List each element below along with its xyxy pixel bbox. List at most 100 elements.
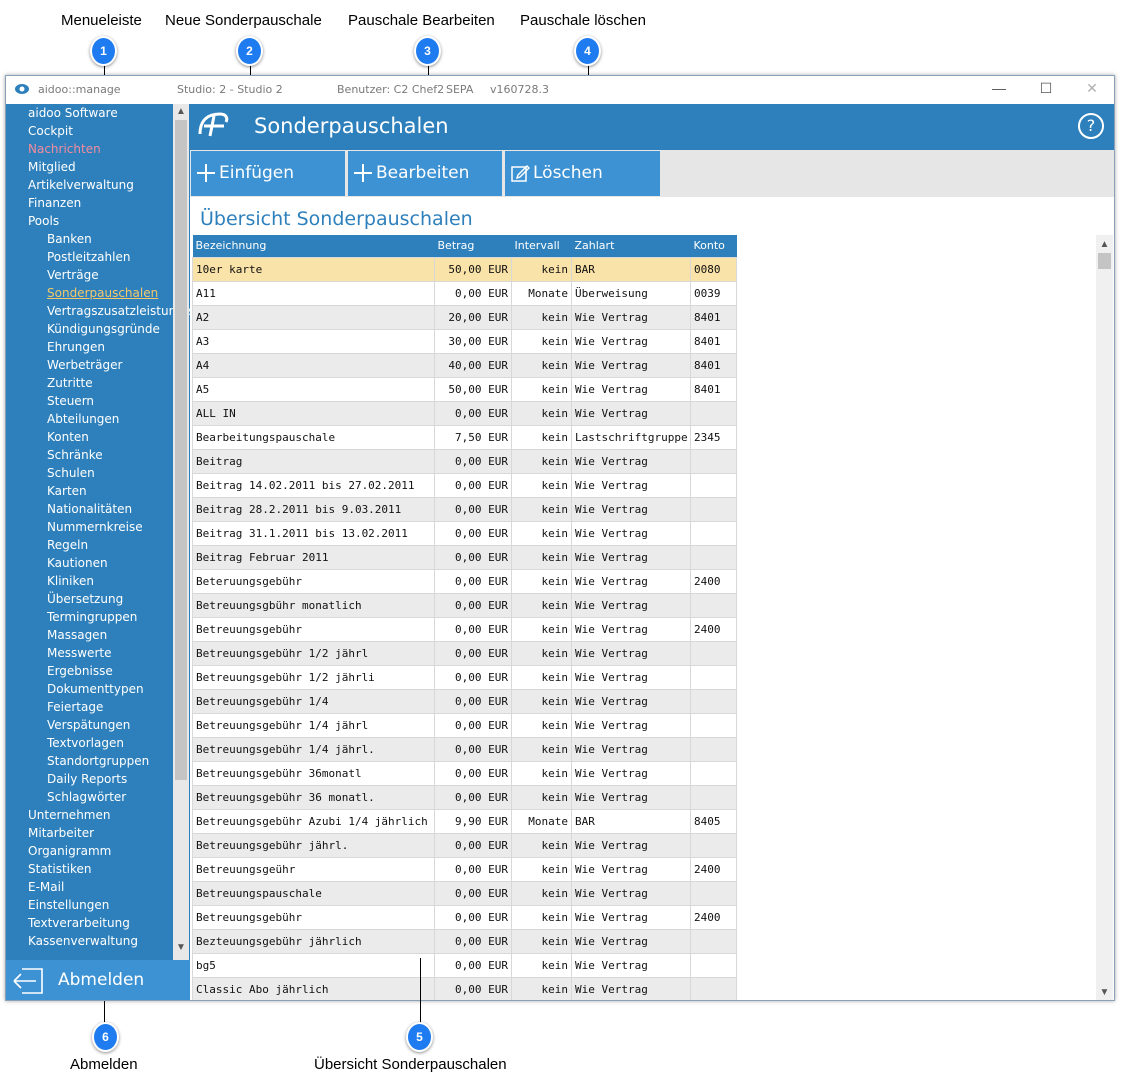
table-row[interactable]: Betreuungsgebühr 1/4 jährl 0,00 EUR kein Wi… [192, 712, 737, 738]
table-row[interactable]: A3 30,00 EUR kein Wie Vertrag 8401 [192, 328, 737, 354]
sidebar-item[interactable]: aidoo Software [28, 106, 118, 120]
table-row[interactable]: Beitrag 28.2.2011 bis 9.03.2011 0,00 EUR k… [192, 496, 737, 522]
table-row[interactable]: Betreuungsgebühr 36 monatl. 0,00 EUR kein W… [192, 784, 737, 810]
column-header[interactable]: Konto [690, 235, 737, 257]
sidebar-item[interactable]: Werbeträger [47, 358, 122, 372]
sidebar-item[interactable]: Regeln [47, 538, 88, 552]
sidebar-item[interactable]: Nationalitäten [47, 502, 132, 516]
sidebar-item[interactable]: Statistiken [28, 862, 92, 876]
sidebar-item[interactable]: Mitglied [28, 160, 76, 174]
maximize-button[interactable]: ☐ [1036, 80, 1056, 98]
sidebar-item[interactable]: Schlagwörter [47, 790, 126, 804]
sidebar-item[interactable]: Verspätungen [47, 718, 130, 732]
sidebar-item[interactable]: Banken [47, 232, 92, 246]
table-row[interactable]: Beitrag 31.1.2011 bis 13.02.2011 0,00 EUR… [192, 520, 737, 546]
table-row[interactable]: 10er karte 50,00 EUR kein BAR 0080 [192, 256, 737, 282]
sidebar-item[interactable]: Kautionen [47, 556, 108, 570]
sidebar-item[interactable]: Kliniken [47, 574, 94, 588]
sidebar-item[interactable]: Cockpit [28, 124, 73, 138]
sidebar-item[interactable]: Standortgruppen [47, 754, 149, 768]
column-header[interactable]: Betrag [434, 235, 512, 257]
table-row[interactable]: Beitrag 14.02.2011 bis 27.02.2011 0,00 EU… [192, 472, 737, 498]
sidebar-item[interactable]: Kündigungsgründe [47, 322, 160, 336]
scroll-up-icon[interactable]: ▲ [1096, 237, 1113, 253]
sidebar-item[interactable]: Abteilungen [47, 412, 119, 426]
table-row[interactable]: Beteruungsgebühr 0,00 EUR kein Wie Vertrag 2… [192, 568, 737, 594]
edit-button[interactable]: Bearbeiten [348, 151, 502, 196]
sidebar-item[interactable]: Verträge [47, 268, 99, 282]
sidebar-item[interactable]: Textvorlagen [47, 736, 124, 750]
sidebar-item[interactable]: Postleitzahlen [47, 250, 130, 264]
scroll-down-icon[interactable]: ▼ [173, 940, 189, 956]
table-row[interactable]: Betreuungsgebühr jährl. 0,00 EUR kein Wie V… [192, 832, 737, 858]
table-scroll-thumb[interactable] [1098, 253, 1111, 269]
scroll-down-icon[interactable]: ▼ [1096, 985, 1113, 1000]
sidebar-item[interactable]: Unternehmen [28, 808, 110, 822]
table-row[interactable]: A2 20,00 EUR kein Wie Vertrag 8401 [192, 304, 737, 330]
table-row[interactable]: Betreuungsgebühr Azubi 1/4 jährlich 9,90 … [192, 808, 737, 834]
sidebar-item[interactable]: Daily Reports [47, 772, 127, 786]
sidebar-scroll-thumb[interactable] [175, 120, 187, 780]
sidebar-item[interactable]: Schulen [47, 466, 95, 480]
table-row[interactable]: Betreuungspauschale 0,00 EUR kein Wie Vertr… [192, 880, 737, 906]
sidebar-item[interactable]: E-Mail [28, 880, 64, 894]
table-row[interactable]: Betreuungsgebühr 0,00 EUR kein Wie Vertrag 2… [192, 904, 737, 930]
table-row[interactable]: Beitrag Februar 2011 0,00 EUR kein Wie Vert… [192, 544, 737, 570]
table-row[interactable]: Classic Abo jährlich 0,00 EUR kein Wie Vert… [192, 976, 737, 1000]
table-cell: 2345 [690, 424, 737, 450]
table-row[interactable]: A4 40,00 EUR kein Wie Vertrag 8401 [192, 352, 737, 378]
table-scrollbar[interactable]: ▲ ▼ [1096, 235, 1113, 1000]
table-row[interactable]: Bearbeitungspauschale 7,50 EUR kein Lastsch… [192, 424, 737, 450]
sidebar-item[interactable]: Karten [47, 484, 87, 498]
sidebar-item[interactable]: Nachrichten [28, 142, 101, 156]
sidebar-item[interactable]: Einstellungen [28, 898, 109, 912]
scroll-up-icon[interactable]: ▲ [173, 104, 189, 120]
table-row[interactable]: Bezteuungsgebühr jährlich 0,00 EUR kein Wie… [192, 928, 737, 954]
table-row[interactable]: Beitrag 0,00 EUR kein Wie Vertrag [192, 448, 737, 474]
insert-button[interactable]: Einfügen [191, 151, 345, 196]
sidebar-item[interactable]: Textverarbeitung [28, 916, 130, 930]
delete-button[interactable]: Löschen [505, 151, 660, 196]
sidebar-item[interactable]: Sonderpauschalen [47, 286, 158, 300]
minimize-button[interactable]: — [989, 80, 1009, 98]
logout-button[interactable]: Abmelden [6, 960, 190, 1000]
table-row[interactable]: Betreuungsgbühr monatlich 0,00 EUR kein Wie… [192, 592, 737, 618]
sidebar-item[interactable]: Artikelverwaltung [28, 178, 134, 192]
sidebar-item[interactable]: Ergebnisse [47, 664, 113, 678]
column-header[interactable]: Intervall [511, 235, 572, 257]
column-header[interactable]: Zahlart [571, 235, 691, 257]
table-row[interactable]: Betreuungsgeühr 0,00 EUR kein Wie Vertrag 24… [192, 856, 737, 882]
table-row[interactable]: Betreuungsgebühr 1/2 jährli 0,00 EUR kein W… [192, 664, 737, 690]
table-row[interactable]: Betreuungsgebühr 1/4 jährl. 0,00 EUR kein W… [192, 736, 737, 762]
sidebar-item[interactable]: Massagen [47, 628, 107, 642]
sidebar-item[interactable]: Organigramm [28, 844, 111, 858]
sidebar-item[interactable]: Vertragszusatzleistungen [47, 304, 190, 318]
table-row[interactable]: bg5 0,00 EUR kein Wie Vertrag [192, 952, 737, 978]
table-row[interactable]: A5 50,00 EUR kein Wie Vertrag 8401 [192, 376, 737, 402]
table-row[interactable]: Betreuungsgebühr 1/4 0,00 EUR kein Wie Vert… [192, 688, 737, 714]
table-row[interactable]: ALL IN 0,00 EUR kein Wie Vertrag [192, 400, 737, 426]
sidebar-item[interactable]: Schränke [47, 448, 103, 462]
table-row[interactable]: Betreuungsgebühr 1/2 jährl 0,00 EUR kein Wi… [192, 640, 737, 666]
sidebar-item[interactable]: Pools [28, 214, 59, 228]
sidebar-item[interactable]: Konten [47, 430, 89, 444]
column-header[interactable]: Bezeichnung [192, 235, 435, 257]
sidebar-item[interactable]: Dokumenttypen [47, 682, 144, 696]
help-button[interactable]: ? [1078, 113, 1104, 139]
table-row[interactable]: Betreuungsgebühr 36monatl 0,00 EUR kein Wie… [192, 760, 737, 786]
table-row[interactable]: Betreuungsgebühr 0,00 EUR kein Wie Vertrag 2… [192, 616, 737, 642]
sidebar-scrollbar[interactable]: ▲ ▼ [173, 104, 189, 960]
sidebar-item[interactable]: Nummernkreise [47, 520, 143, 534]
table-row[interactable]: A11 0,00 EUR Monate Überweisung 0039 [192, 280, 737, 306]
close-button[interactable]: ✕ [1082, 80, 1102, 98]
sidebar-item[interactable]: Feiertage [47, 700, 103, 714]
sidebar-item[interactable]: Termingruppen [47, 610, 137, 624]
sidebar-item[interactable]: Kassenverwaltung [28, 934, 138, 948]
sidebar-item[interactable]: Übersetzung [47, 592, 123, 606]
sidebar-item[interactable]: Finanzen [28, 196, 81, 210]
sidebar-item[interactable]: Mitarbeiter [28, 826, 94, 840]
sidebar-item[interactable]: Steuern [47, 394, 94, 408]
sidebar-item[interactable]: Messwerte [47, 646, 111, 660]
sidebar-item[interactable]: Zutritte [47, 376, 93, 390]
sidebar-item[interactable]: Ehrungen [47, 340, 105, 354]
